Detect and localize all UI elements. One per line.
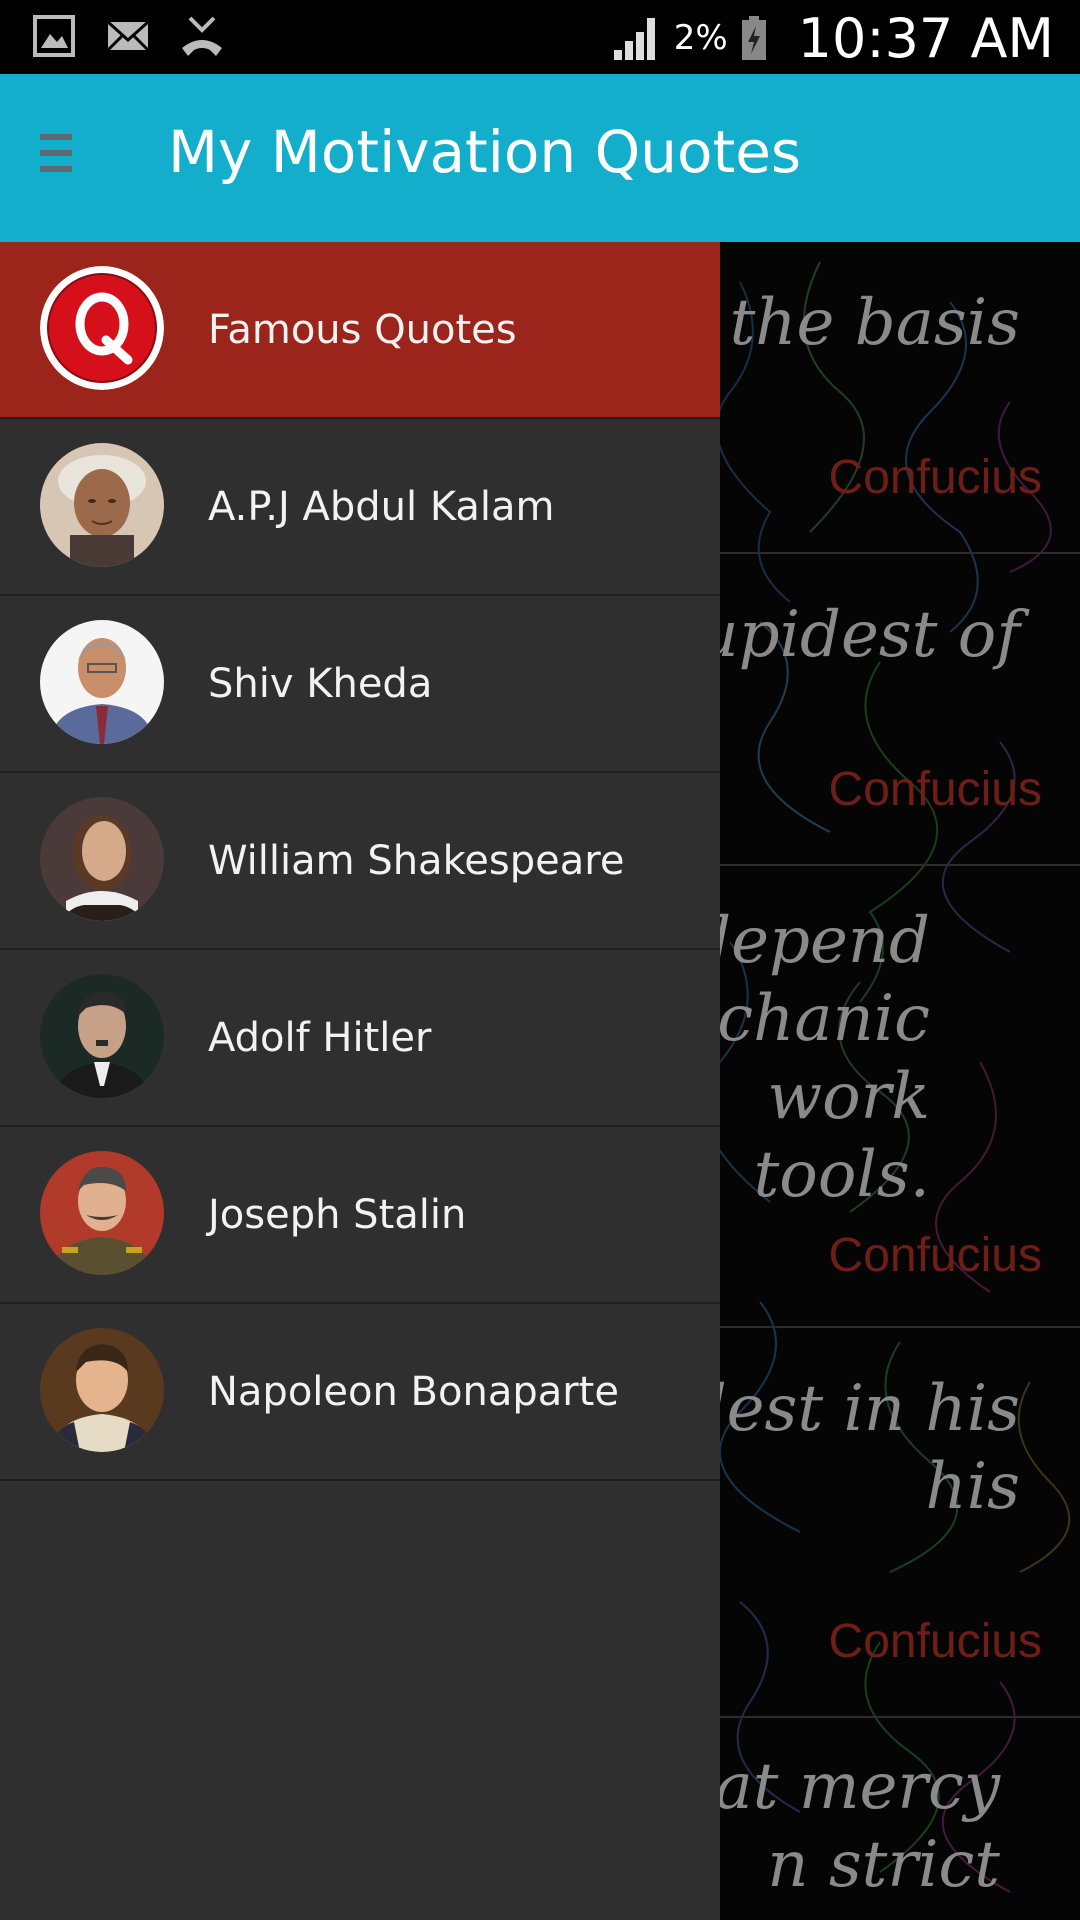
drawer-item-hitler[interactable]: Adolf Hitler bbox=[0, 950, 720, 1127]
drawer-item-shiv-kheda[interactable]: Shiv Kheda bbox=[0, 596, 720, 773]
shakespeare-avatar bbox=[40, 797, 164, 921]
image-icon bbox=[33, 15, 75, 57]
stalin-avatar bbox=[40, 1151, 164, 1275]
hitler-avatar bbox=[40, 974, 164, 1098]
status-indicators: 2% 10:37 AM bbox=[612, 6, 1054, 70]
quote-text: upidest of bbox=[697, 598, 1020, 672]
battery-icon bbox=[741, 16, 766, 60]
quote-text: dest in his his bbox=[685, 1372, 1020, 1524]
quote-author: Confucius bbox=[828, 763, 1042, 816]
quote-author: Confucius bbox=[828, 1615, 1042, 1668]
napoleon-avatar bbox=[40, 1328, 164, 1452]
navigation-drawer: Famous Quotes A.P.J Abdul Kalam Shiv Khe… bbox=[0, 242, 720, 1920]
quote-text: e the basis bbox=[671, 286, 1020, 360]
clock: 10:37 AM bbox=[797, 6, 1054, 70]
quote-author: Confucius bbox=[828, 451, 1042, 504]
quote-author: Confucius bbox=[828, 1229, 1042, 1282]
battery-percent: 2% bbox=[673, 18, 728, 58]
drawer-item-label: Adolf Hitler bbox=[208, 1014, 432, 1061]
drawer-item-label: Famous Quotes bbox=[208, 306, 517, 353]
missed-call-icon bbox=[182, 16, 222, 56]
app-title: My Motivation Quotes bbox=[168, 118, 802, 186]
drawer-item-famous-quotes[interactable]: Famous Quotes bbox=[0, 242, 720, 419]
notification-icons bbox=[32, 14, 224, 58]
signal-icon bbox=[613, 18, 655, 60]
email-icon bbox=[106, 20, 150, 52]
drawer-item-stalin[interactable]: Joseph Stalin bbox=[0, 1127, 720, 1304]
drawer-item-napoleon[interactable]: Napoleon Bonaparte bbox=[0, 1304, 720, 1481]
quote-text: hat mercy n strict bbox=[673, 1750, 1000, 1902]
drawer-item-label: Napoleon Bonaparte bbox=[208, 1368, 619, 1415]
kalam-avatar bbox=[40, 443, 164, 567]
hamburger-icon[interactable] bbox=[40, 134, 80, 182]
drawer-item-label: William Shakespeare bbox=[208, 837, 625, 884]
drawer-item-label: Joseph Stalin bbox=[208, 1191, 467, 1238]
drawer-item-shakespeare[interactable]: William Shakespeare bbox=[0, 773, 720, 950]
app-bar: My Motivation Quotes bbox=[0, 74, 1080, 242]
status-bar: 2% 10:37 AM bbox=[0, 0, 1080, 74]
q-logo-icon bbox=[40, 266, 164, 390]
drawer-item-kalam[interactable]: A.P.J Abdul Kalam bbox=[0, 419, 720, 596]
kheda-avatar bbox=[40, 620, 164, 744]
drawer-item-label: Shiv Kheda bbox=[208, 660, 433, 707]
drawer-item-label: A.P.J Abdul Kalam bbox=[208, 483, 555, 530]
